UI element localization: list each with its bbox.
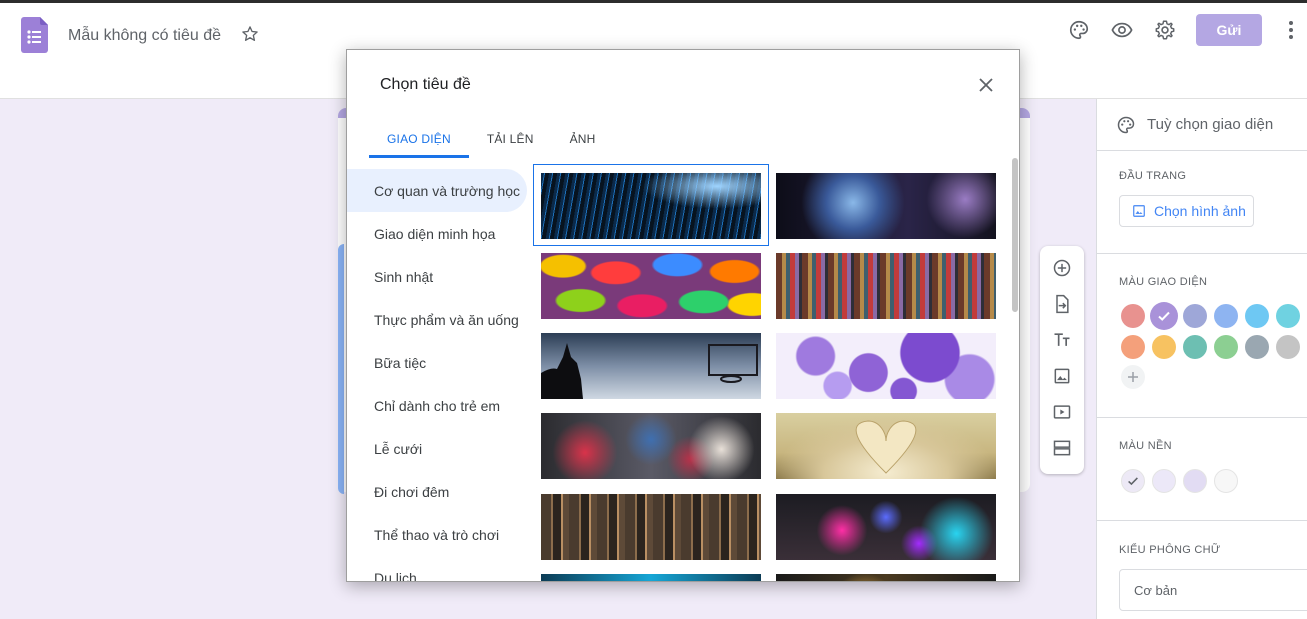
image-icon (1133, 205, 1145, 217)
tab-upload[interactable]: TẢI LÊN (469, 120, 552, 158)
bubbles-image[interactable] (776, 333, 996, 399)
theme-color-swatch[interactable] (1214, 304, 1238, 328)
category-item-travel[interactable]: Du lịch (347, 556, 529, 582)
send-button[interactable]: Gửi (1196, 14, 1262, 46)
close-icon[interactable] (975, 74, 997, 96)
forms-logo-icon[interactable] (21, 17, 48, 53)
theme-color-swatch[interactable] (1245, 304, 1269, 328)
check-icon (1128, 477, 1138, 486)
choose-image-label: Chọn hình ảnh (1154, 203, 1246, 219)
add-circle-icon[interactable] (1050, 256, 1074, 280)
network-lights-image[interactable] (541, 173, 761, 239)
category-item-birthday[interactable]: Sinh nhật (347, 255, 529, 298)
book-heart-image[interactable] (776, 413, 996, 479)
theme-category-list: Cơ quan và trường học Giao diện minh họa… (347, 169, 529, 582)
background-color-swatch[interactable] (1214, 469, 1238, 493)
gear-icon[interactable] (1153, 18, 1177, 42)
category-item-party[interactable]: Bữa tiệc (347, 341, 529, 384)
yarn-image[interactable] (776, 253, 996, 319)
category-item-food[interactable]: Thực phẩm và ăn uống (347, 298, 529, 341)
theme-panel-title: Tuỳ chọn giao diện (1147, 116, 1274, 133)
divider (1097, 520, 1307, 521)
theme-color-section-label: MÀU GIAO DIỆN (1119, 276, 1208, 288)
background-color-swatch[interactable] (1183, 469, 1207, 493)
star-icon[interactable] (240, 24, 260, 44)
category-item-wedding[interactable]: Lễ cưới (347, 427, 529, 470)
background-color-swatch[interactable] (1152, 469, 1176, 493)
basketball-image[interactable] (541, 333, 761, 399)
theme-color-swatch[interactable] (1276, 335, 1300, 359)
theme-panel-header: Tuỳ chọn giao diện (1097, 99, 1307, 151)
theme-color-swatch[interactable] (1150, 302, 1178, 330)
divider (1097, 253, 1307, 254)
theme-color-swatch[interactable] (1214, 335, 1238, 359)
video-icon[interactable] (1050, 400, 1074, 424)
theme-color-swatch[interactable] (1245, 335, 1269, 359)
category-item-kids[interactable]: Chỉ dành cho trẻ em (347, 384, 529, 427)
scrollbar-thumb[interactable] (1012, 158, 1018, 312)
paintbrushes-image[interactable] (541, 494, 761, 560)
theme-color-swatch[interactable] (1183, 304, 1207, 328)
divider (1097, 417, 1307, 418)
lab-flasks-image[interactable] (776, 494, 996, 560)
palette-icon[interactable] (1067, 18, 1091, 42)
palette-icon (1117, 116, 1135, 134)
category-item-schools[interactable]: Cơ quan và trường học (347, 169, 527, 212)
dialog-scrollbar[interactable] (1011, 158, 1019, 581)
bokeh-image[interactable] (776, 574, 996, 581)
import-icon[interactable] (1050, 292, 1074, 316)
choose-image-button[interactable]: Chọn hình ảnh (1119, 195, 1254, 227)
candy-image[interactable] (541, 253, 761, 319)
check-icon (1158, 311, 1170, 321)
title-text-icon[interactable] (1050, 328, 1074, 352)
theme-color-swatch[interactable] (1276, 304, 1300, 328)
tab-themes[interactable]: GIAO DIỆN (369, 120, 469, 158)
floating-toolbar (1040, 246, 1084, 474)
guitar-image[interactable] (776, 173, 996, 239)
theme-image-grid (533, 164, 1011, 581)
choose-header-dialog: Chọn tiêu đề GIAO DIỆN TẢI LÊN ẢNH Cơ qu… (346, 49, 1020, 582)
image-icon[interactable] (1050, 364, 1074, 388)
theme-options-panel: Tuỳ chọn giao diện ĐẦU TRANG Chọn hình ả… (1096, 99, 1307, 619)
plus-icon (1128, 372, 1138, 382)
dialog-tabs: GIAO DIỆN TẢI LÊN ẢNH (369, 120, 614, 158)
theme-color-swatch[interactable] (1183, 335, 1207, 359)
form-card-focus-accent (338, 244, 344, 494)
blue-light-image[interactable] (541, 574, 761, 581)
font-style-select[interactable]: Cơ bản (1119, 569, 1307, 611)
category-item-illustrations[interactable]: Giao diện minh họa (347, 212, 529, 255)
header-section-label: ĐẦU TRANG (1119, 170, 1187, 182)
theme-color-swatch[interactable] (1121, 335, 1145, 359)
add-custom-color-button[interactable] (1121, 365, 1145, 389)
paint-hands-image[interactable] (541, 413, 761, 479)
background-color-swatch[interactable] (1121, 469, 1145, 493)
background-color-section-label: MÀU NỀN (1119, 440, 1172, 452)
section-icon[interactable] (1050, 436, 1074, 460)
tab-photos[interactable]: ẢNH (552, 120, 614, 158)
category-item-night-out[interactable]: Đi chơi đêm (347, 470, 529, 513)
more-vertical-icon[interactable] (1283, 18, 1299, 42)
dialog-title: Chọn tiêu đề (380, 76, 471, 93)
theme-color-swatch[interactable] (1121, 304, 1145, 328)
category-item-sports[interactable]: Thể thao và trò chơi (347, 513, 529, 556)
document-title[interactable]: Mẫu không có tiêu đề (68, 27, 221, 45)
theme-color-swatch[interactable] (1152, 335, 1176, 359)
font-style-section-label: KIỂU PHÔNG CHỮ (1119, 544, 1221, 556)
eye-icon[interactable] (1110, 18, 1134, 42)
